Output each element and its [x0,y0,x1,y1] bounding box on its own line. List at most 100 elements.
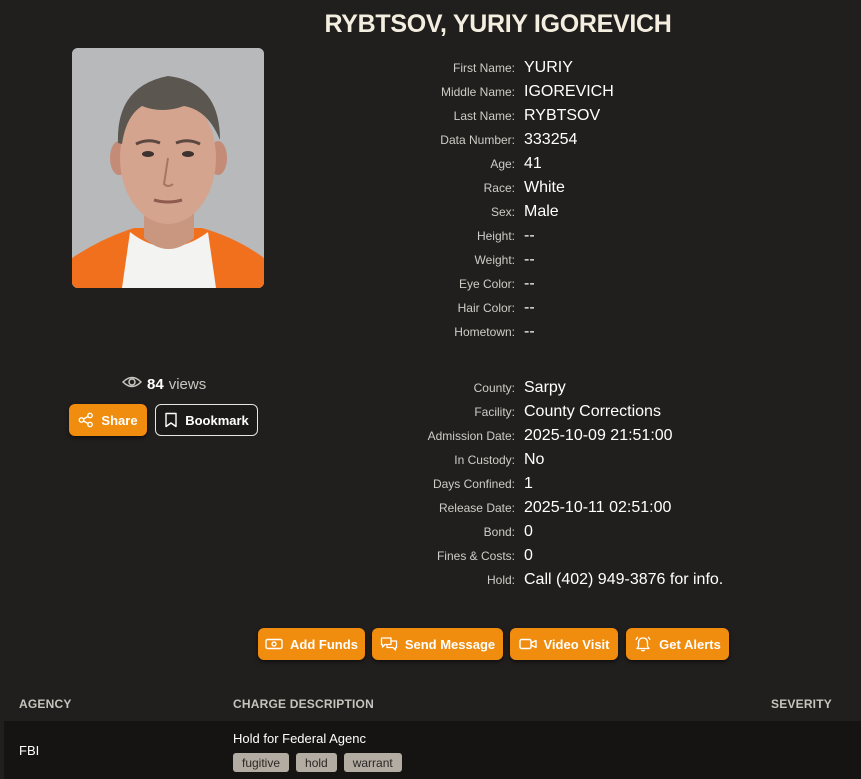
share-button[interactable]: Share [69,404,147,436]
bookmark-button[interactable]: Bookmark [155,404,258,436]
detail-row-fines-costs: Fines & Costs: 0 [360,544,840,568]
detail-label: Fines & Costs: [436,549,515,563]
detail-value: 0 [524,547,533,564]
send-message-button[interactable]: Send Message [372,628,503,660]
detail-value: Male [524,203,559,220]
detail-value: 333254 [524,131,578,148]
video-visit-button[interactable]: Video Visit [510,628,618,660]
bookmark-icon [164,412,178,428]
get-alerts-button[interactable]: Get Alerts [626,628,729,660]
detail-row-bond: Bond: 0 [360,520,840,544]
detail-value: RYBTSOV [524,107,601,124]
charge-tag: hold [296,753,337,772]
detail-value: No [524,451,545,468]
detail-label: Release Date: [438,501,515,515]
detail-label: Hold: [486,573,515,587]
detail-label: Weight: [474,253,515,267]
get-alerts-label: Get Alerts [659,636,721,652]
detail-label: Middle Name: [440,85,515,99]
detail-row-height: Height: -- [360,224,840,248]
detail-row-hometown: Hometown: -- [360,320,840,344]
detail-label: Sex: [490,205,515,219]
detail-label: County: [473,381,515,395]
detail-row-weight: Weight: -- [360,248,840,272]
detail-label: Last Name: [453,109,515,123]
detail-row-days-confined: Days Confined: 1 [360,472,840,496]
detail-label: Race: [483,181,515,195]
detail-row-race: Race: White [360,176,840,200]
charge-description: Hold for Federal Agenc [233,731,366,746]
detail-label: Data Number: [440,133,515,147]
detail-label: Admission Date: [427,429,515,443]
share-icon [78,412,94,428]
charge-tag: warrant [343,753,402,772]
detail-value: 41 [524,155,542,172]
detail-value: IGOREVICH [524,83,614,100]
inmate-profile-page: RYBTSOV, YURIY IGOREVICH 84 views Share … [0,0,861,779]
personal-details: First Name: YURIY Middle Name: IGOREVICH L… [360,56,840,344]
detail-label: First Name: [452,61,515,75]
detail-value: White [524,179,565,196]
table-row: FBI Hold for Federal Agenc fugitive hold… [4,721,861,779]
detail-value: 2025-10-09 21:51:00 [524,427,673,444]
charge-tags: fugitive hold warrant [233,753,402,772]
view-count-label: views [168,375,207,393]
detail-row-age: Age: 41 [360,152,840,176]
add-funds-label: Add Funds [290,636,358,652]
bookmark-button-label: Bookmark [185,412,249,428]
detail-label: Height: [476,229,515,243]
video-icon [518,637,537,651]
detail-value: Sarpy [524,379,566,396]
detail-row-county: County: Sarpy [360,376,840,400]
charges-table-header: AGENCY CHARGE DESCRIPTION SEVERITY [0,692,861,716]
detail-row-release-date: Release Date: 2025-10-11 02:51:00 [360,496,840,520]
detail-label: Hometown: [454,325,515,339]
detail-row-facility: Facility: County Corrections [360,400,840,424]
mugshot-photo [72,48,264,288]
detail-row-data-number: Data Number: 333254 [360,128,840,152]
eye-icon [121,375,143,393]
charge-tag: fugitive [233,753,290,772]
view-count-number: 84 [147,375,164,393]
share-button-label: Share [101,412,138,428]
page-title: RYBTSOV, YURIY IGOREVICH [324,10,672,38]
video-visit-label: Video Visit [543,636,610,652]
detail-value: 1 [524,475,533,492]
charge-agency: FBI [19,743,40,758]
message-icon [380,636,398,652]
detail-row-first-name: First Name: YURIY [360,56,840,80]
detail-label: Age: [490,157,515,171]
column-header-severity: SEVERITY [771,697,832,711]
bell-icon [634,636,652,652]
detail-row-last-name: Last Name: RYBTSOV [360,104,840,128]
detail-row-hair-color: Hair Color: -- [360,296,840,320]
detail-label: Bond: [483,525,515,539]
column-header-agency: AGENCY [19,697,72,711]
mugshot-image [72,48,264,288]
detail-value: 0 [524,523,533,540]
detail-label: Days Confined: [432,477,515,491]
detail-value: -- [524,299,535,316]
detail-row-sex: Sex: Male [360,200,840,224]
detail-row-admission-date: Admission Date: 2025-10-09 21:51:00 [360,424,840,448]
detail-value: 2025-10-11 02:51:00 [524,499,672,516]
detail-value: Call (402) 949-3876 for info. [524,571,724,588]
add-funds-button[interactable]: Add Funds [258,628,365,660]
booking-details: County: Sarpy Facility: County Corrections… [360,376,840,592]
detail-label: Eye Color: [458,277,515,291]
send-message-label: Send Message [404,636,496,652]
detail-value: -- [524,275,535,292]
detail-row-in-custody: In Custody: No [360,448,840,472]
detail-row-hold: Hold: Call (402) 949-3876 for info. [360,568,840,592]
column-header-description: CHARGE DESCRIPTION [233,697,374,711]
detail-value: YURIY [524,59,573,76]
detail-row-middle-name: Middle Name: IGOREVICH [360,80,840,104]
detail-label: In Custody: [454,453,515,467]
detail-row-eye-color: Eye Color: -- [360,272,840,296]
money-icon [265,637,283,651]
detail-label: Hair Color: [457,301,515,315]
detail-value: -- [524,323,535,340]
detail-value: -- [524,227,535,244]
detail-label: Facility: [474,405,515,419]
view-count: 84 views [121,374,207,394]
